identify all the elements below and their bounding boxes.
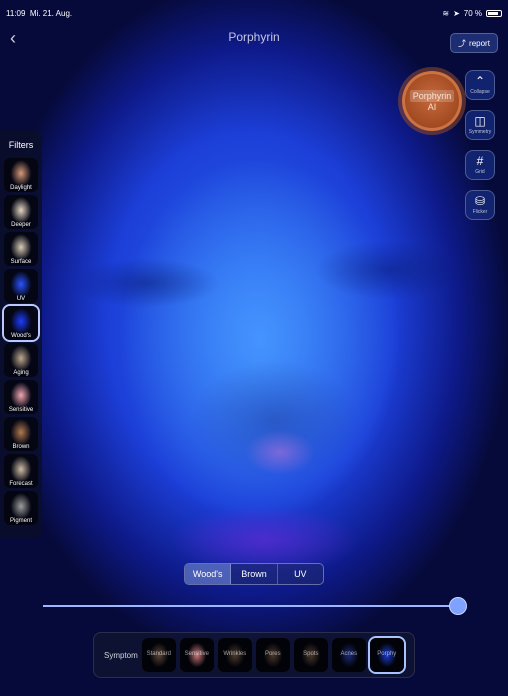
filter-pigment[interactable]: Pigment xyxy=(4,491,38,525)
filter-label: Forecast xyxy=(9,481,33,487)
ai-badge-subtitle: AI xyxy=(427,102,437,112)
filter-daylight[interactable]: Daylight xyxy=(4,158,38,192)
status-time: 11:09 Mi. 21. Aug. xyxy=(6,9,73,18)
filters-title: Filters xyxy=(8,140,34,150)
filter-list: Daylight Deeper Surface UV Wood's Aging Sensit… xyxy=(0,158,42,525)
chevron-up-icon: ⌃ xyxy=(474,74,486,88)
split-square-icon: ◫ xyxy=(474,114,486,128)
slider-knob[interactable] xyxy=(449,597,467,615)
wifi-icon: ≋ xyxy=(442,9,450,18)
segment-brown[interactable]: Brown xyxy=(231,564,278,584)
flicker-label: Flicker xyxy=(472,209,488,215)
symptom-label: Wrinkles xyxy=(223,651,247,657)
symptom-label: Sensitive xyxy=(184,651,209,657)
symptom-acnes[interactable]: Acnes xyxy=(331,638,366,672)
symptom-spots[interactable]: Spots xyxy=(293,638,328,672)
symptom-pores[interactable]: Pores xyxy=(255,638,290,672)
filter-label: Surface xyxy=(10,259,32,265)
status-right: ≋ ➤ 70 % xyxy=(442,9,502,18)
porphyrin-ai-badge[interactable]: Porphyrin AI xyxy=(402,71,462,131)
filter-sensitive[interactable]: Sensitive xyxy=(4,380,38,414)
ai-badge-title: Porphyrin xyxy=(409,90,455,102)
filter-forecast[interactable]: Forecast xyxy=(4,454,38,488)
symptom-label: Standard xyxy=(146,651,171,657)
symptom-porphy[interactable]: Porphy xyxy=(367,636,406,674)
filter-label: Wood's xyxy=(11,333,31,339)
symptom-standard[interactable]: Standard xyxy=(141,638,176,672)
battery-icon xyxy=(486,10,502,17)
symptom-label: Pores xyxy=(264,651,281,657)
symptom-list: Standard Sensitive Wrinkles Pores Spots Acnes… xyxy=(141,636,408,674)
symptom-title: Symptom xyxy=(104,650,138,660)
filter-label: Pigment xyxy=(9,518,32,524)
right-eye-region xyxy=(315,240,465,300)
filter-deeper[interactable]: Deeper xyxy=(4,195,38,229)
status-bar: 11:09 Mi. 21. Aug. ≋ ➤ 70 % xyxy=(0,0,508,20)
battery-percent: 70 % xyxy=(463,9,482,18)
flicker-button[interactable]: ⛁ Flicker xyxy=(465,190,495,220)
left-eye-region xyxy=(70,258,220,308)
grid-label: Grid xyxy=(475,169,485,175)
segment-woods[interactable]: Wood's xyxy=(185,564,232,584)
collapse-button[interactable]: ⌃ Collapse xyxy=(465,70,495,100)
nose-tip-region xyxy=(245,430,315,475)
symmetry-label: Symmetry xyxy=(468,129,492,135)
light-mode-segment: Wood's Brown UV xyxy=(184,563,324,585)
filter-label: Brown xyxy=(12,444,30,450)
grid-button[interactable]: # Grid xyxy=(465,150,495,180)
tool-column: ⌃ Collapse ◫ Symmetry # Grid ⛁ Flicker xyxy=(465,70,495,230)
symptom-bar: Symptom Standard Sensitive Wrinkles Pores Sp… xyxy=(93,632,415,678)
symmetry-button[interactable]: ◫ Symmetry xyxy=(465,110,495,140)
filter-uv[interactable]: UV xyxy=(4,269,38,303)
grid-icon: # xyxy=(476,154,484,168)
filter-label: Deeper xyxy=(11,222,31,228)
flicker-icon: ⛁ xyxy=(474,194,486,208)
filter-surface[interactable]: Surface xyxy=(4,232,38,266)
collapse-label: Collapse xyxy=(470,89,490,95)
location-icon: ➤ xyxy=(453,9,460,18)
segment-uv[interactable]: UV xyxy=(278,564,323,584)
filter-woods[interactable]: Wood's xyxy=(2,304,40,342)
symptom-sensitive[interactable]: Sensitive xyxy=(179,638,214,672)
filter-label: Aging xyxy=(13,370,29,376)
filter-label: Sensitive xyxy=(8,407,34,413)
filter-aging[interactable]: Aging xyxy=(4,343,38,377)
symptom-wrinkles[interactable]: Wrinkles xyxy=(217,638,252,672)
chart-icon: ⤴ xyxy=(458,38,467,48)
page-title: Porphyrin xyxy=(228,30,280,44)
filter-label: UV xyxy=(16,296,26,302)
symptom-label: Porphy xyxy=(377,651,397,657)
comparison-slider[interactable] xyxy=(43,597,467,615)
report-button[interactable]: ⤴ report xyxy=(450,33,498,53)
filters-panel: Filters Daylight Deeper Surface UV Wood's Agi… xyxy=(0,130,42,538)
filter-label: Daylight xyxy=(10,185,32,191)
symptom-label: Spots xyxy=(303,651,319,657)
symptom-label: Acnes xyxy=(340,651,358,657)
report-label: report xyxy=(469,38,490,48)
filter-brown[interactable]: Brown xyxy=(4,417,38,451)
